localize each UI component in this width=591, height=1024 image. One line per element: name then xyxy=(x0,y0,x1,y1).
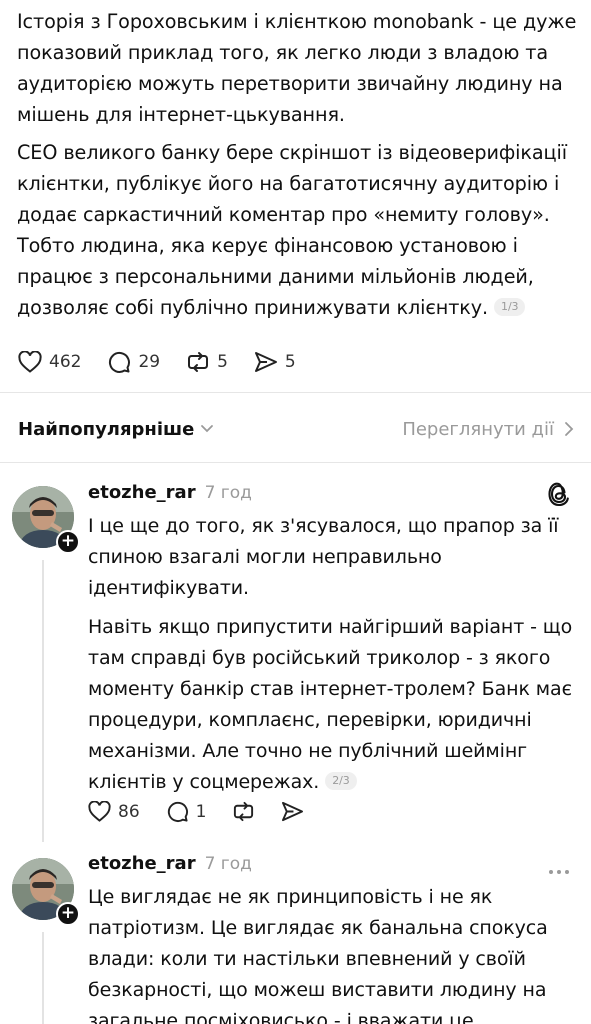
post-paragraph: СЕО великого банку бере скріншот із віде… xyxy=(17,137,582,323)
repost-button[interactable]: 5 xyxy=(186,350,228,374)
comment-bubble-icon xyxy=(109,351,131,373)
post-body: Історія з Гороховським і клієнткою monob… xyxy=(17,6,582,323)
repost-icon xyxy=(234,801,254,822)
comment-button[interactable]: 29 xyxy=(107,350,160,374)
follow-plus-icon[interactable]: + xyxy=(56,530,80,554)
thread-pager-badge: 1/3 xyxy=(494,297,526,316)
chevron-right-icon xyxy=(565,422,574,436)
username[interactable]: etozhe_rar xyxy=(88,482,196,503)
send-icon xyxy=(282,801,304,822)
view-activity-link[interactable]: Переглянути дії xyxy=(402,419,574,440)
reply-header: etozhe_rar 7 год xyxy=(88,482,252,503)
share-button[interactable]: 5 xyxy=(254,351,296,373)
reply-paragraph-text: Навіть якщо припустити найгірший варіант… xyxy=(88,616,573,793)
reply-paragraph: І це ще до того, як з'ясувалося, що прап… xyxy=(88,515,559,599)
thread-line xyxy=(42,560,44,842)
post-actions: 462 29 5 5 xyxy=(18,350,322,374)
post-paragraph: Історія з Гороховським і клієнткою monob… xyxy=(17,10,577,126)
heart-icon xyxy=(88,801,111,822)
reply-body: Це виглядає не як принциповість і не як … xyxy=(88,882,583,1024)
like-count: 86 xyxy=(118,801,140,822)
section-divider xyxy=(0,392,591,393)
reply-paragraph: Навіть якщо припустити найгірший варіант… xyxy=(88,612,583,798)
like-button[interactable]: 462 xyxy=(18,351,81,373)
timestamp: 7 год xyxy=(204,483,252,503)
sort-label: Найпопулярніше xyxy=(18,418,195,440)
reply-body: І це ще до того, як з'ясувалося, що прап… xyxy=(88,511,583,798)
avatar[interactable]: + xyxy=(12,486,80,554)
comment-count: 1 xyxy=(195,801,207,822)
timestamp: 7 год xyxy=(204,854,252,874)
view-activity-label: Переглянути дії xyxy=(402,418,554,440)
heart-icon xyxy=(18,351,42,373)
comment-bubble-icon xyxy=(167,801,188,822)
repost-button[interactable] xyxy=(232,800,255,823)
more-dots-icon[interactable] xyxy=(547,860,571,879)
post-paragraph-text: СЕО великого банку бере скріншот із віде… xyxy=(17,141,567,319)
like-button[interactable]: 86 xyxy=(88,801,140,822)
section-divider xyxy=(0,462,591,463)
share-count: 5 xyxy=(284,352,296,372)
threads-logo-icon[interactable] xyxy=(547,481,571,511)
thread-pager-badge: 2/3 xyxy=(325,771,357,790)
share-button[interactable] xyxy=(281,801,304,822)
chevron-down-icon xyxy=(201,425,214,433)
avatar[interactable]: + xyxy=(12,858,80,926)
username[interactable]: etozhe_rar xyxy=(88,853,196,874)
thread-line xyxy=(42,932,44,1024)
reply-paragraph: Це виглядає не як принциповість і не як … xyxy=(88,886,548,1024)
comment-button[interactable]: 1 xyxy=(166,800,207,823)
replies-sort-bar: Найпопулярніше Переглянути дії xyxy=(18,413,574,445)
follow-plus-icon[interactable]: + xyxy=(56,902,80,926)
reply-actions: 86 1 xyxy=(88,800,330,823)
repost-count: 5 xyxy=(217,352,228,372)
repost-icon xyxy=(188,352,209,372)
comment-count: 29 xyxy=(138,352,161,372)
send-icon xyxy=(254,352,277,372)
sort-dropdown[interactable]: Найпопулярніше xyxy=(18,419,214,440)
reply-header: etozhe_rar 7 год xyxy=(88,853,252,874)
like-count: 462 xyxy=(49,352,82,372)
